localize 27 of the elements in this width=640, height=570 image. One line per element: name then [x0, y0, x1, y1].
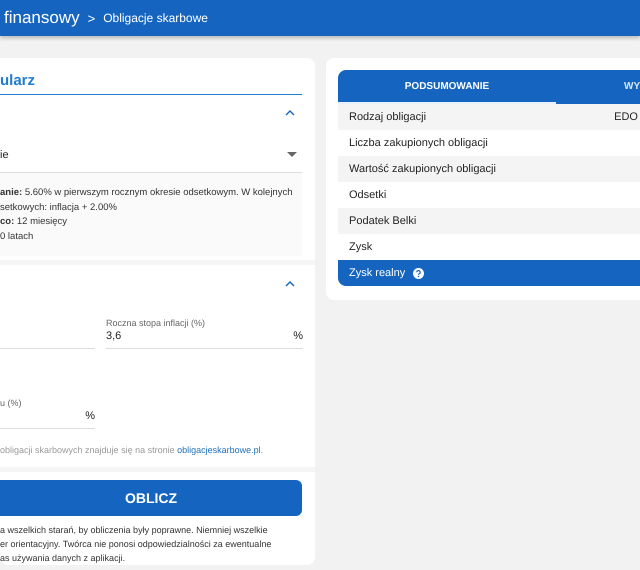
breadcrumb-separator: > — [88, 10, 96, 26]
website-link[interactable]: obligacjeskarbowe.pl — [177, 445, 261, 455]
info-text: co: 12 miesięcy — [0, 215, 68, 229]
info-text: 0 latach — [0, 230, 34, 244]
chevron-icon[interactable] — [285, 110, 295, 116]
row-label: Rodzaj obligacji — [349, 111, 426, 123]
tab[interactable]: WY — [556, 70, 640, 104]
chevron-icon[interactable] — [285, 281, 295, 287]
row-label: Liczba zakupionych obligacji — [349, 137, 488, 149]
dropdown-caret-icon — [287, 152, 297, 158]
info-text: setkowych: inflacja + 2.00% — [0, 200, 118, 214]
row-label: Zysk — [349, 241, 372, 253]
input-field[interactable]: u (%) % — [0, 389, 95, 429]
disclaimer-text: a wszelkich starań, by obliczenia były poprawne. Niemniej wszelkie er orientacyjny. Twórca nie ponosi odpowiedzialności za ewentualne as używania danych z aplikacji. — [0, 524, 272, 565]
breadcrumb-link[interactable]: finansowy — [4, 8, 80, 28]
row-label: Podatek Belki — [349, 215, 416, 227]
note-text: obligacji skarbowych znajduje się na stronie obligacjeskarbowe.pl. — [0, 444, 264, 457]
form-title: ularz — [0, 72, 302, 95]
help-icon[interactable] — [413, 268, 424, 278]
calculate-button[interactable]: OBLICZ — [0, 480, 302, 516]
row-label: Zysk realny — [349, 267, 406, 279]
row-label: Wartość zakupionych obligacji — [349, 163, 496, 175]
page-title: Obligacje skarbowe — [103, 11, 208, 25]
info-text: anie: 5.60% w pierwszym rocznym okresie odsetkowym. W kolejnych — [0, 186, 294, 200]
row-value: EDO — [614, 111, 639, 123]
row-label: Odsetki — [349, 189, 386, 201]
input-field[interactable]: Roczna stopa inflacji (%) 3,6 % — [106, 309, 303, 349]
